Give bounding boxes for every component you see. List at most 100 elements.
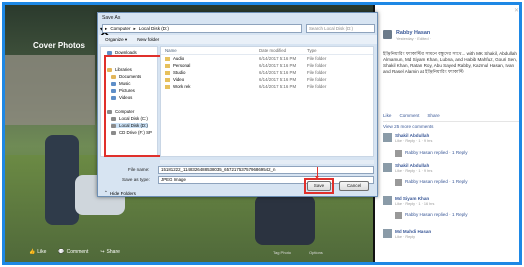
reply-item[interactable]: Rabby Hasan replied · 1 Reply (395, 212, 468, 219)
hide-folders-toggle[interactable]: ⌃ Hide Folders (104, 190, 136, 196)
commenter-avatar[interactable] (383, 133, 392, 142)
file-type: File folder (307, 70, 327, 75)
file-date: 6/14/2017 5:16 PM (259, 77, 297, 82)
post-share-button[interactable]: Share (427, 113, 439, 118)
file-row[interactable]: Video 6/14/2017 5:16 PM File folder (161, 76, 373, 83)
photo-comment-button[interactable]: 💬 Comment (58, 249, 88, 255)
file-date: 6/14/2017 5:16 PM (259, 70, 297, 75)
post-time: Yesterday · Edited · (396, 36, 431, 41)
post-header: Rabby Hasan Yesterday · Edited · (383, 30, 431, 41)
highlight-box-nav (104, 55, 162, 157)
file-date: 6/14/2017 5:16 PM (259, 56, 297, 61)
photo-share-label: Share (106, 249, 120, 255)
annotation-arrow (315, 167, 319, 179)
address-part[interactable]: Local Disk (D:) (139, 26, 169, 31)
reply-item[interactable]: Rabby Hasan replied · 1 Reply (395, 179, 468, 186)
photo-share-button[interactable]: ↪ Share (100, 249, 120, 255)
file-name: Studio (173, 70, 186, 75)
chevron-up-icon: ⌃ (104, 190, 108, 195)
chevron-right-icon: ▸ (133, 25, 136, 31)
downloads-icon (107, 50, 112, 55)
photo-action-bar: 👍 Like 💬 Comment ↪ Share (29, 249, 120, 255)
comment-icon: 💬 (58, 249, 65, 255)
post-like-button[interactable]: Like (383, 113, 391, 118)
horizontal-scrollbar[interactable] (160, 160, 374, 164)
file-list-header: Name Date modified Type (161, 47, 373, 55)
reply-text: Rabby Hasan replied · 1 Reply (405, 179, 468, 184)
organize-button[interactable]: Organize ▾ (105, 37, 127, 43)
close-icon[interactable]: ✕ (514, 7, 519, 14)
avatar[interactable] (383, 30, 392, 39)
tag-photo-link[interactable]: Tag Photo (273, 250, 291, 255)
post-actions: Like Comment Share (383, 113, 440, 118)
photo-meta: Tag Photo Options (273, 250, 323, 255)
share-icon: ↪ (100, 249, 105, 255)
screenshot-frame: Cover Photos 👍 Like 💬 Comment ↪ Share Tag P… (2, 2, 522, 265)
save-as-dialog: Save As ✕ ▸ Computer ▸ Local Disk (D:) S… (97, 12, 378, 197)
reply-text: Rabby Hasan replied · 1 Reply (405, 212, 468, 217)
comment-item: Md Mahdi Hasan Like · Reply (383, 229, 519, 239)
savetype-label: Save as type: (122, 177, 150, 182)
folder-icon (165, 84, 170, 89)
file-name: Work rek (173, 84, 191, 89)
file-name: Audio (173, 56, 185, 61)
column-name[interactable]: Name (161, 48, 259, 53)
cover-photos-title: Cover Photos (33, 41, 86, 50)
file-name: Personal (173, 63, 191, 68)
comment-item: Md Siyam Khan Like · Reply · 1 · 16 hrs (383, 196, 519, 206)
comment-meta[interactable]: Like · Reply (395, 235, 431, 239)
reply-avatar (395, 179, 402, 186)
column-type[interactable]: Type (307, 48, 347, 53)
comment-meta[interactable]: Like · Reply · 1 · 9 hrs (395, 139, 432, 143)
photo-like-button[interactable]: 👍 Like (29, 249, 46, 255)
filename-label: File name: (128, 167, 150, 172)
photo-like-label: Like (37, 249, 47, 255)
file-row[interactable]: Studio 6/14/2017 5:16 PM File folder (161, 69, 373, 76)
folder-icon (165, 70, 170, 75)
comment-item: Shakil Abdullah Like · Reply · 1 · 9 hrs (383, 163, 519, 173)
reply-avatar (395, 212, 402, 219)
hide-folders-label: Hide Folders (109, 190, 136, 196)
cancel-button[interactable]: Cancel (339, 181, 369, 191)
filename-input[interactable]: 15181222_1148326488538035_65721753757968… (158, 166, 374, 174)
column-date[interactable]: Date modified (259, 48, 307, 53)
file-type: File folder (307, 77, 327, 82)
file-type: File folder (307, 63, 327, 68)
person-left (45, 135, 79, 225)
person-right (255, 195, 315, 245)
file-row[interactable]: Work rek 6/14/2017 5:16 PM File folder (161, 83, 373, 90)
commenter-avatar[interactable] (383, 229, 392, 238)
commenter-name[interactable]: Shakil Abdullah (395, 163, 432, 168)
folder-icon (165, 63, 170, 68)
reply-item[interactable]: Rabby Hasan replied · 1 Reply (395, 150, 468, 157)
options-link[interactable]: Options (309, 250, 323, 255)
commenter-name[interactable]: Md Siyam Khan (395, 196, 434, 201)
new-folder-button[interactable]: New folder (137, 37, 159, 42)
post-panel: ✕ Rabby Hasan Yesterday · Edited · ইঞ্জি… (375, 5, 519, 262)
comment-meta[interactable]: Like · Reply · 1 · 16 hrs (395, 202, 434, 206)
photo-comment-label: Comment (66, 249, 89, 255)
photo-building-left (5, 55, 95, 125)
folder-icon: ▸ (105, 25, 108, 31)
address-bar[interactable]: ▸ Computer ▸ Local Disk (D:) (102, 24, 302, 33)
folder-icon (165, 56, 170, 61)
post-text: ইঞ্জিনিয়ারিং ফ্যাকাল্টির সামনে বন্ধুদের… (383, 51, 518, 74)
file-name: Video (173, 77, 185, 82)
comment-meta[interactable]: Like · Reply · 1 · 9 hrs (395, 169, 432, 173)
commenter-name[interactable]: Md Mahdi Hasan (395, 229, 431, 234)
address-part[interactable]: Computer (110, 26, 130, 31)
post-comment-button[interactable]: Comment (399, 113, 419, 118)
reply-avatar (395, 150, 402, 157)
commenter-avatar[interactable] (383, 196, 392, 205)
view-more-comments[interactable]: View 25 more comments (383, 121, 519, 129)
commenter-avatar[interactable] (383, 163, 392, 172)
file-row[interactable]: Audio 6/14/2017 5:16 PM File folder (161, 55, 373, 62)
file-row[interactable]: Personal 6/14/2017 5:16 PM File folder (161, 62, 373, 69)
file-date: 6/14/2017 5:16 PM (259, 84, 297, 89)
folder-icon (165, 77, 170, 82)
dialog-toolbar: Organize ▾ New folder (99, 35, 377, 44)
search-input[interactable]: Search Local Disk (D:) (306, 24, 375, 33)
commenter-name[interactable]: Shakil Abdullah (395, 133, 432, 138)
file-date: 6/14/2017 5:16 PM (259, 63, 297, 68)
file-type: File folder (307, 56, 327, 61)
